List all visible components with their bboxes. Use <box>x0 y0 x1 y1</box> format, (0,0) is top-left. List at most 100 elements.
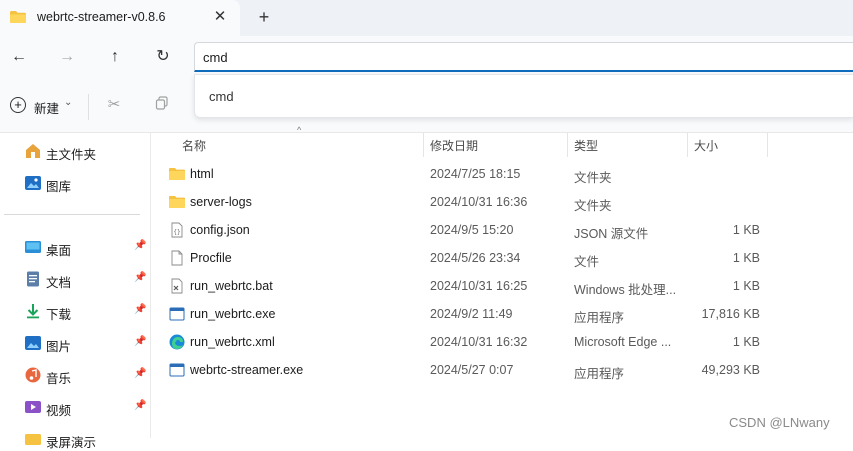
edge-icon <box>169 334 185 350</box>
downloads-icon <box>27 304 39 319</box>
file-row[interactable]: server-logs 2024/10/31 16:36 文件夹 <box>151 188 853 216</box>
up-button[interactable]: ↑ <box>104 46 126 68</box>
column-divider[interactable] <box>423 133 424 157</box>
column-divider[interactable] <box>687 133 688 157</box>
folder-icon <box>10 11 26 23</box>
file-name: config.json <box>190 223 250 237</box>
chevron-down-icon: ⌄ <box>64 97 73 108</box>
back-button[interactable]: ← <box>8 46 30 68</box>
sort-ascending-icon: ^ <box>297 125 302 135</box>
column-header-type[interactable]: 类型 <box>574 137 598 154</box>
column-headers: ^ 名称 修改日期 类型 大小 <box>151 125 853 157</box>
suggestion-item[interactable]: cmd <box>209 89 234 104</box>
column-divider[interactable] <box>767 133 768 157</box>
folder-icon <box>169 168 185 180</box>
cut-icon[interactable]: ✂ <box>105 96 123 114</box>
file-row[interactable]: webrtc-streamer.exe 2024/5/27 0:07 应用程序 … <box>151 356 853 384</box>
forward-button[interactable]: → <box>56 46 78 68</box>
file-type: 应用程序 <box>574 367 625 381</box>
pin-icon[interactable]: 📌 <box>134 240 146 251</box>
file-modified: 2024/5/26 23:34 <box>430 251 521 265</box>
pin-icon[interactable]: 📌 <box>134 336 146 347</box>
file-icon <box>171 250 183 266</box>
file-name: run_webrtc.xml <box>190 335 275 349</box>
copy-icon[interactable] <box>153 96 171 114</box>
address-suggestions: cmd <box>194 74 853 118</box>
file-modified: 2024/10/31 16:32 <box>430 335 528 349</box>
sidebar-item-home[interactable]: 主文件夹 <box>24 139 148 163</box>
tab-title: webrtc-streamer-v0.8.6 <box>37 10 166 24</box>
music-icon <box>25 367 41 383</box>
sidebar-item-videos[interactable]: 视频 📌 <box>24 395 148 419</box>
sidebar-item-label: 下载 <box>46 308 72 322</box>
sidebar-item-downloads[interactable]: 下载 📌 <box>24 299 148 323</box>
sidebar-item-label: 视频 <box>46 404 72 418</box>
new-button-label: 新建 <box>34 102 60 116</box>
file-modified: 2024/7/25 18:15 <box>430 167 521 181</box>
pin-icon[interactable]: 📌 <box>134 400 146 411</box>
sidebar-item-label: 录屏演示 <box>46 436 97 450</box>
file-size: 17,816 KB <box>701 307 760 321</box>
file-modified: 2024/10/31 16:36 <box>430 195 528 209</box>
sidebar-item-label: 主文件夹 <box>46 148 97 162</box>
file-modified: 2024/5/27 0:07 <box>430 363 514 377</box>
tab-bar: webrtc-streamer-v0.8.6 ✕ + <box>0 0 853 36</box>
sidebar-item-label: 桌面 <box>46 244 72 258</box>
file-name: server-logs <box>190 195 252 209</box>
file-row[interactable]: run_webrtc.bat 2024/10/31 16:25 Windows … <box>151 272 853 300</box>
documents-icon <box>27 271 39 287</box>
home-icon <box>26 144 40 158</box>
desktop-icon <box>25 241 41 253</box>
sidebar-item-screen-recordings[interactable]: 录屏演示 <box>24 427 148 451</box>
column-header-size[interactable]: 大小 <box>694 137 718 154</box>
file-modified: 2024/10/31 16:25 <box>430 279 528 293</box>
sidebar-item-pictures[interactable]: 图片 📌 <box>24 331 148 355</box>
sidebar-item-label: 音乐 <box>46 372 72 386</box>
navigation-pane: 主文件夹 图库 桌面 📌 文档 📌 下载 📌 图片 📌 音乐 📌 视频 📌 录屏… <box>0 133 150 450</box>
file-size: 49,293 KB <box>701 363 760 377</box>
column-header-name[interactable]: 名称 <box>182 137 206 154</box>
file-size: 1 KB <box>732 223 760 237</box>
sidebar-item-label: 图库 <box>46 180 72 194</box>
address-bar[interactable] <box>194 42 853 72</box>
new-tab-button[interactable]: + <box>254 7 274 27</box>
sidebar-divider <box>4 214 140 215</box>
sidebar-item-label: 图片 <box>46 340 72 354</box>
json-file-icon: {} <box>171 222 183 238</box>
file-name: run_webrtc.exe <box>190 307 276 321</box>
sidebar-item-music[interactable]: 音乐 📌 <box>24 363 148 387</box>
sidebar-item-gallery[interactable]: 图库 <box>24 171 148 195</box>
exe-file-icon <box>169 363 185 377</box>
pin-icon[interactable]: 📌 <box>134 272 146 283</box>
file-name: Procfile <box>190 251 232 265</box>
sidebar-item-desktop[interactable]: 桌面 📌 <box>24 235 148 259</box>
pin-icon[interactable]: 📌 <box>134 304 146 315</box>
gallery-icon <box>25 176 41 190</box>
file-type: 文件夹 <box>574 199 612 213</box>
refresh-button[interactable]: ↻ <box>152 46 174 68</box>
pin-icon[interactable]: 📌 <box>134 368 146 379</box>
file-row[interactable]: html 2024/7/25 18:15 文件夹 <box>151 160 853 188</box>
close-tab-button[interactable]: ✕ <box>211 7 229 27</box>
plus-icon: + <box>10 97 26 113</box>
file-type: JSON 源文件 <box>574 227 649 241</box>
svg-text:{}: {} <box>173 229 180 236</box>
file-type: 文件夹 <box>574 171 612 185</box>
file-type: Windows 批处理... <box>574 283 677 297</box>
file-type: 文件 <box>574 255 600 269</box>
tab-active[interactable]: webrtc-streamer-v0.8.6 ✕ <box>0 0 240 36</box>
address-input[interactable] <box>203 48 803 66</box>
file-row[interactable]: run_webrtc.exe 2024/9/2 11:49 应用程序 17,81… <box>151 300 853 328</box>
column-divider[interactable] <box>567 133 568 157</box>
file-name: webrtc-streamer.exe <box>190 363 304 377</box>
file-row[interactable]: run_webrtc.xml 2024/10/31 16:32 Microsof… <box>151 328 853 356</box>
batch-file-icon <box>171 278 183 294</box>
column-header-modified[interactable]: 修改日期 <box>430 137 478 154</box>
watermark: CSDN @LNwany <box>729 415 830 430</box>
sidebar-item-documents[interactable]: 文档 📌 <box>24 267 148 291</box>
videos-icon <box>25 401 41 413</box>
file-type: Microsoft Edge ... <box>574 335 672 349</box>
file-row[interactable]: {} config.json 2024/9/5 15:20 JSON 源文件 1… <box>151 216 853 244</box>
file-row[interactable]: Procfile 2024/5/26 23:34 文件 1 KB <box>151 244 853 272</box>
file-size: 1 KB <box>732 279 760 293</box>
